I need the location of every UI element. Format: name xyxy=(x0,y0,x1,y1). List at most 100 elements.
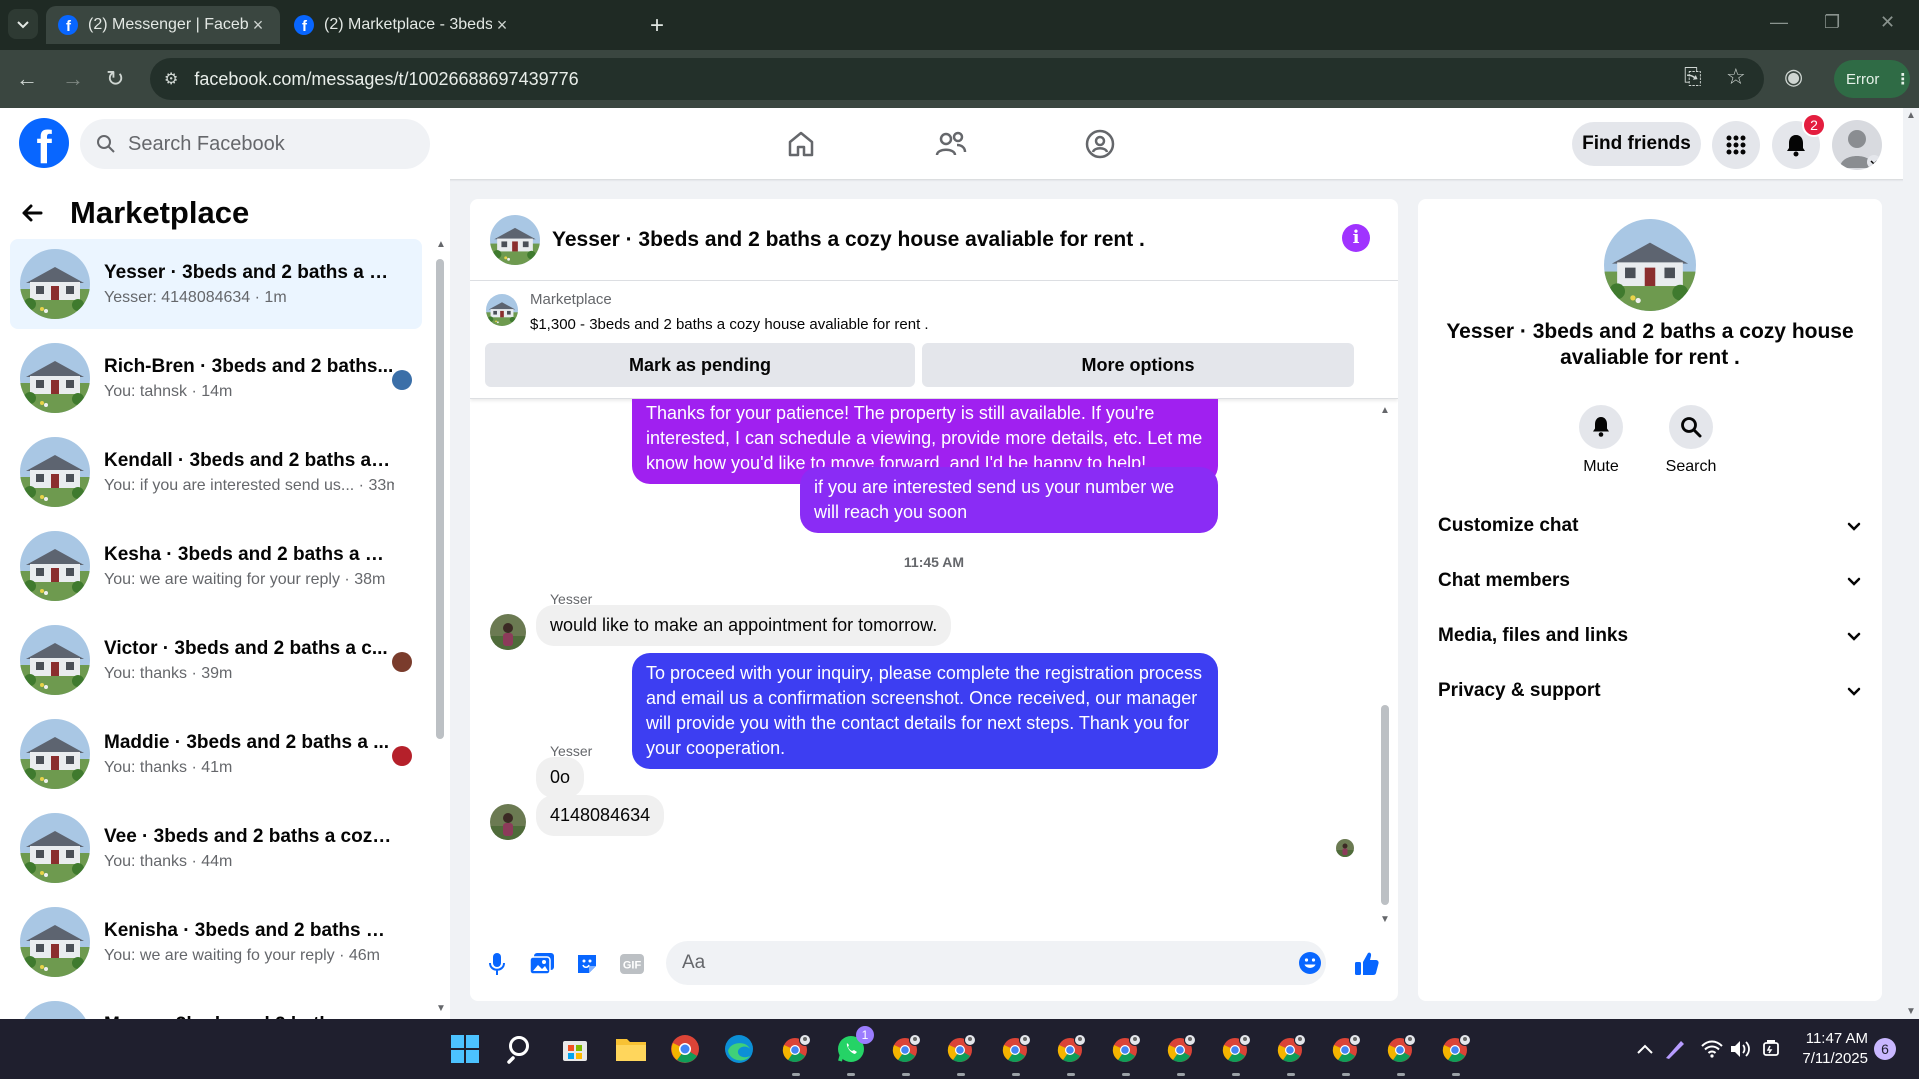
conversation-item[interactable]: Kenisha · 3beds and 2 baths a c... You: w… xyxy=(10,897,422,987)
search-in-conversation-button[interactable]: Search xyxy=(1656,405,1726,476)
message-input[interactable]: Aa xyxy=(666,941,1326,985)
battery-icon[interactable] xyxy=(1752,1030,1790,1068)
site-info-icon[interactable]: ⚙ xyxy=(164,69,178,89)
chrome-profile-icon[interactable] xyxy=(777,1030,815,1076)
more-options-button[interactable]: More options xyxy=(922,343,1354,387)
mark-as-pending-button[interactable]: Mark as pending xyxy=(485,343,915,387)
sender-avatar[interactable] xyxy=(490,614,526,650)
search-facebook-input[interactable]: Search Facebook xyxy=(80,119,430,169)
info-icon[interactable]: i xyxy=(1342,224,1370,252)
incoming-message[interactable]: would like to make an appointment for to… xyxy=(536,605,952,646)
chat-title[interactable]: Yesser · 3beds and 2 baths a cozy house … xyxy=(552,228,1145,252)
home-nav-button[interactable] xyxy=(779,122,823,166)
sticker-button[interactable] xyxy=(572,949,602,979)
taskbar-clock[interactable]: 11:47 AM 7/11/2025 xyxy=(1796,1029,1868,1069)
outgoing-message[interactable]: if you are interested send us your numbe… xyxy=(800,467,1218,533)
back-button[interactable] xyxy=(12,193,52,233)
scroll-down-icon[interactable]: ▼ xyxy=(436,1003,446,1014)
install-app-icon[interactable]: ⎘ xyxy=(1684,64,1702,90)
conversation-item[interactable]: Rich-Bren · 3beds and 2 baths... You: tah… xyxy=(10,333,422,423)
scroll-up-icon[interactable]: ▲ xyxy=(436,239,446,250)
conversation-item[interactable]: Maddie · 3beds and 2 baths a ... You: tha… xyxy=(10,709,422,799)
profile-error-button[interactable]: Error ⋮ xyxy=(1834,60,1910,98)
chrome-profile-icon[interactable] xyxy=(887,1030,925,1076)
account-avatar[interactable] xyxy=(1832,120,1882,170)
conversation-item[interactable]: Mayra · 3beds and 2 baths a coz...You: w… xyxy=(10,991,422,1019)
url-omnibox[interactable]: ⚙ facebook.com/messages/t/10026688697439… xyxy=(150,58,1764,100)
privacy-support-section[interactable]: Privacy & support xyxy=(1438,671,1862,711)
profile-icon[interactable]: ◉ xyxy=(1784,64,1803,90)
pen-tray-icon[interactable] xyxy=(1656,1030,1694,1068)
forward-arrow-icon[interactable]: → xyxy=(62,66,84,92)
file-explorer-icon[interactable] xyxy=(612,1030,650,1068)
chat-members-section[interactable]: Chat members xyxy=(1438,561,1862,601)
edge-icon[interactable] xyxy=(720,1030,758,1068)
scrollbar-thumb[interactable] xyxy=(1381,705,1389,905)
attach-media-button[interactable] xyxy=(527,949,557,979)
media-files-links-section[interactable]: Media, files and links xyxy=(1438,616,1862,656)
conversation-item[interactable]: Victor · 3beds and 2 baths a c... You: th… xyxy=(10,615,422,705)
notification-center-badge[interactable]: 6 xyxy=(1874,1038,1896,1060)
scrollbar-thumb[interactable] xyxy=(436,259,444,739)
chat-avatar[interactable] xyxy=(490,214,540,265)
groups-nav-button[interactable] xyxy=(1078,122,1122,166)
facebook-logo-icon[interactable]: f xyxy=(19,118,69,168)
taskbar-search-icon[interactable] xyxy=(502,1030,540,1068)
listing-description[interactable]: $1,300 - 3beds and 2 baths a cozy house … xyxy=(530,316,929,333)
bookmark-star-icon[interactable]: ☆ xyxy=(1726,64,1746,90)
page-scrollbar[interactable]: ▲ ▼ xyxy=(1903,108,1919,1019)
reload-icon[interactable]: ↻ xyxy=(106,66,124,92)
back-arrow-icon[interactable]: ← xyxy=(16,66,38,92)
chrome-profile-icon[interactable] xyxy=(1107,1030,1145,1076)
gif-button[interactable]: GIF xyxy=(617,949,647,979)
whatsapp-unread-badge: 1 xyxy=(856,1026,874,1044)
restore-icon[interactable]: ❐ xyxy=(1824,12,1840,33)
sidebar-scrollbar[interactable]: ▲ ▼ xyxy=(434,239,446,1014)
browser-tab-messenger[interactable]: f (2) Messenger | Facebook × xyxy=(46,6,280,44)
scroll-up-icon[interactable]: ▲ xyxy=(1906,110,1916,121)
new-tab-button[interactable]: + xyxy=(650,12,664,40)
menu-button[interactable] xyxy=(1712,121,1760,169)
chat-scrollbar[interactable]: ▲ ▼ xyxy=(1378,405,1392,925)
outgoing-message[interactable]: To proceed with your inquiry, please com… xyxy=(632,653,1218,769)
chrome-profile-icon[interactable] xyxy=(1052,1030,1090,1076)
conversation-item[interactable]: Yesser · 3beds and 2 baths a coz... Yesse… xyxy=(10,239,422,329)
chrome-profile-icon[interactable] xyxy=(1382,1030,1420,1076)
find-friends-button[interactable]: Find friends xyxy=(1572,122,1701,166)
info-avatar[interactable] xyxy=(1604,219,1696,311)
friends-nav-button[interactable] xyxy=(929,122,973,166)
chrome-profile-icon[interactable] xyxy=(1217,1030,1255,1076)
minimize-icon[interactable]: — xyxy=(1770,12,1788,33)
sender-avatar[interactable] xyxy=(490,804,526,840)
whatsapp-icon[interactable]: 1 xyxy=(832,1026,874,1076)
browser-tab-marketplace[interactable]: f (2) Marketplace - 3beds and 2 b × xyxy=(282,6,524,44)
chrome-profile-icon[interactable] xyxy=(942,1030,980,1076)
scroll-down-icon[interactable]: ▼ xyxy=(1906,1006,1916,1017)
incoming-message[interactable]: 0o xyxy=(536,757,585,798)
scroll-down-icon[interactable]: ▼ xyxy=(1380,914,1390,925)
chrome-profile-icon[interactable] xyxy=(1327,1030,1365,1076)
kebab-menu-icon[interactable]: ⋮ xyxy=(1895,70,1910,88)
tab-close-icon[interactable]: × xyxy=(492,15,512,36)
chrome-profile-icon[interactable] xyxy=(1437,1030,1475,1076)
incoming-message[interactable]: 4148084634 xyxy=(536,795,665,836)
close-window-icon[interactable]: ✕ xyxy=(1880,12,1895,33)
send-like-button[interactable] xyxy=(1352,949,1382,979)
scroll-up-icon[interactable]: ▲ xyxy=(1380,405,1390,416)
chrome-profile-icon[interactable] xyxy=(997,1030,1035,1076)
tab-close-icon[interactable]: × xyxy=(248,15,268,36)
chrome-profile-icon[interactable] xyxy=(1272,1030,1310,1076)
voice-clip-button[interactable] xyxy=(482,949,512,979)
customize-chat-section[interactable]: Customize chat xyxy=(1438,506,1862,546)
microsoft-store-icon[interactable] xyxy=(556,1030,594,1068)
chrome-profile-icon[interactable] xyxy=(1162,1030,1200,1076)
mute-button[interactable]: Mute xyxy=(1566,405,1636,476)
conversation-item[interactable]: Kendall · 3beds and 2 baths a co... You: … xyxy=(10,427,422,517)
emoji-icon[interactable] xyxy=(1298,951,1322,975)
conversation-item[interactable]: Vee · 3beds and 2 baths a cozy h... You: … xyxy=(10,803,422,893)
tab-list-button[interactable] xyxy=(8,9,38,39)
listing-thumbnail[interactable] xyxy=(486,294,518,326)
chrome-icon[interactable] xyxy=(666,1030,704,1068)
conversation-item[interactable]: Kesha · 3beds and 2 baths a coz... You: w… xyxy=(10,521,422,611)
windows-start-icon[interactable] xyxy=(446,1030,484,1068)
